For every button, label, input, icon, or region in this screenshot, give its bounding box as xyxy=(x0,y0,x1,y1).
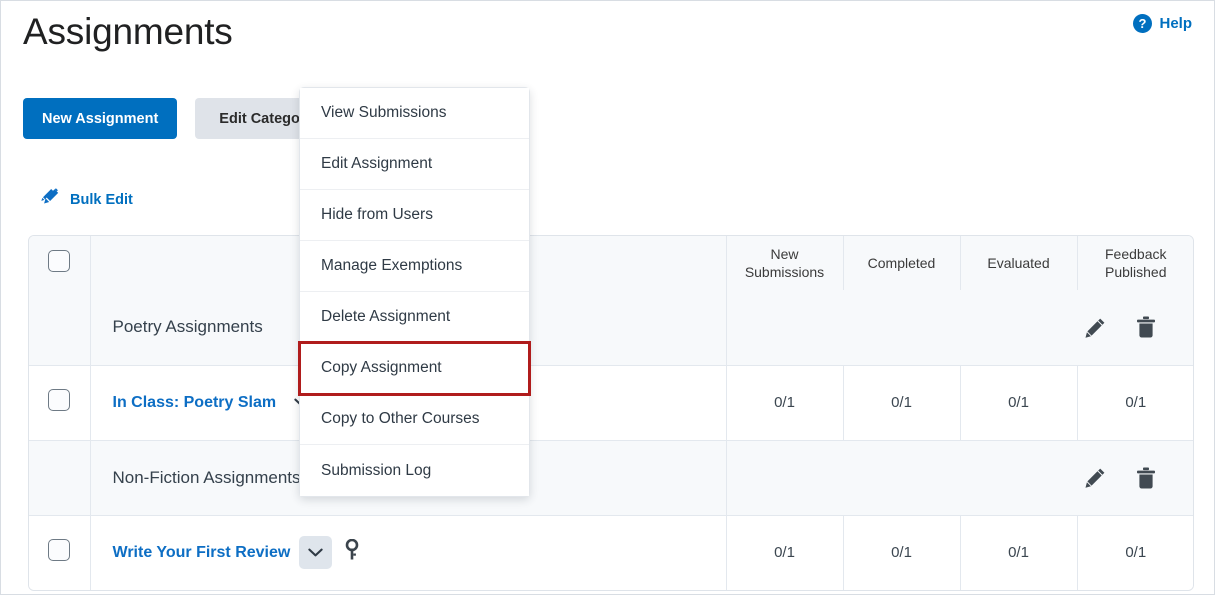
page-root: Assignments ? Help New Assignment Edit C… xyxy=(0,0,1215,595)
table-header-row: New Submissions Completed Evaluated Feed… xyxy=(29,236,1193,290)
menu-item-submission-log[interactable]: Submission Log xyxy=(300,445,529,496)
header-line-1: Feedback xyxy=(1105,246,1167,262)
assignment-link[interactable]: Write Your First Review xyxy=(113,544,291,562)
svg-text:?: ? xyxy=(1139,16,1147,31)
row-checkbox-cell xyxy=(29,365,91,441)
new-submissions-value: 0/1 xyxy=(726,515,844,590)
assignment-link[interactable]: In Class: Poetry Slam xyxy=(113,394,277,412)
help-link[interactable]: ? Help xyxy=(1133,14,1192,33)
header-line-2: Submissions xyxy=(744,264,825,280)
assignments-table: New Submissions Completed Evaluated Feed… xyxy=(28,235,1194,591)
completed-value: 0/1 xyxy=(843,365,961,441)
row-checkbox-cell xyxy=(29,440,91,516)
row-checkbox-cell xyxy=(29,290,91,366)
key-icon xyxy=(345,538,359,566)
menu-item-delete-assignment[interactable]: Delete Assignment xyxy=(300,292,529,343)
category-actions-cell xyxy=(726,290,1193,366)
bulk-edit-label: Bulk Edit xyxy=(70,192,133,208)
header-line-2: Published xyxy=(1105,264,1167,280)
assignment-name-cell: Write Your First Review xyxy=(90,515,727,590)
trash-icon[interactable] xyxy=(1136,467,1156,489)
new-assignment-button[interactable]: New Assignment xyxy=(23,98,178,139)
select-all-checkbox[interactable] xyxy=(48,250,71,272)
bulk-edit-link[interactable]: Bulk Edit xyxy=(41,188,133,212)
new-submissions-column-header: New Submissions xyxy=(726,236,844,290)
evaluated-column-header: Evaluated xyxy=(960,236,1078,290)
evaluated-value: 0/1 xyxy=(960,515,1078,590)
new-submissions-value: 0/1 xyxy=(726,365,844,441)
row-checkbox[interactable] xyxy=(48,389,71,411)
category-actions-cell xyxy=(726,440,1193,516)
menu-item-copy-to-other-courses[interactable]: Copy to Other Courses xyxy=(300,394,529,445)
page-title: Assignments xyxy=(23,11,233,52)
pencil-edit-icon xyxy=(41,188,62,212)
menu-item-edit-assignment[interactable]: Edit Assignment xyxy=(300,139,529,190)
assignment-context-menu: View Submissions Edit Assignment Hide fr… xyxy=(298,87,531,497)
trash-icon[interactable] xyxy=(1136,316,1156,338)
table-row: In Class: Poetry Slam 0/1 0/1 0/1 0/1 xyxy=(29,365,1193,441)
help-label: Help xyxy=(1159,15,1192,32)
table-row: Poetry Assignments xyxy=(29,290,1193,366)
feedback-published-value: 0/1 xyxy=(1077,365,1193,441)
question-circle-icon: ? xyxy=(1133,14,1153,33)
table-row: Write Your First Review 0/1 0/1 0/1 0/1 xyxy=(29,515,1193,590)
menu-item-view-submissions[interactable]: View Submissions xyxy=(300,88,529,139)
feedback-published-value: 0/1 xyxy=(1077,515,1193,590)
completed-column-header: Completed xyxy=(843,236,961,290)
row-checkbox-cell xyxy=(29,515,91,590)
menu-item-copy-assignment[interactable]: Copy Assignment xyxy=(298,341,531,396)
header-line-1: New xyxy=(770,246,799,262)
menu-item-manage-exemptions[interactable]: Manage Exemptions xyxy=(300,241,529,292)
completed-value: 0/1 xyxy=(843,515,961,590)
menu-item-hide-from-users[interactable]: Hide from Users xyxy=(300,190,529,241)
pencil-icon[interactable] xyxy=(1085,317,1106,338)
pencil-icon[interactable] xyxy=(1085,467,1106,488)
feedback-published-column-header: Feedback Published xyxy=(1077,236,1193,290)
table-row: Non-Fiction Assignments xyxy=(29,440,1193,516)
evaluated-value: 0/1 xyxy=(960,365,1078,441)
select-all-cell xyxy=(29,236,91,290)
chevron-down-icon[interactable] xyxy=(299,536,333,570)
row-checkbox[interactable] xyxy=(48,539,71,562)
